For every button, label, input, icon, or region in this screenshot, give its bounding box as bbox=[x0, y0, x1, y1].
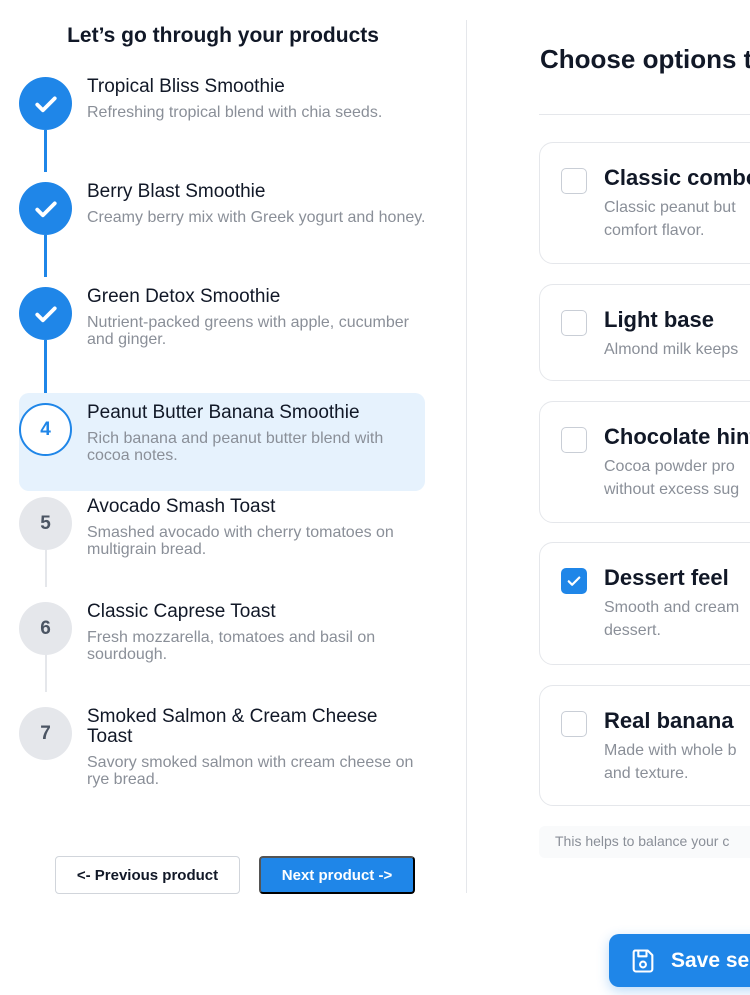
heading-divider bbox=[539, 114, 750, 115]
step-title: Berry Blast Smoothie bbox=[87, 181, 266, 202]
checkmark-icon bbox=[567, 576, 581, 586]
option-card[interactable]: Real banana Made with whole b and texture… bbox=[539, 685, 750, 806]
step-item[interactable]: Berry Blast Smoothie Creamy berry mix wi… bbox=[19, 172, 426, 277]
option-description: Made with whole b and texture. bbox=[604, 742, 737, 782]
step-description: Savory smoked salmon with cream cheese o… bbox=[87, 754, 414, 788]
option-checkbox[interactable] bbox=[561, 711, 587, 737]
step-complete-marker bbox=[19, 77, 72, 130]
step-description: Rich banana and peanut butter blend with… bbox=[87, 430, 384, 464]
option-title: Real banana bbox=[604, 708, 734, 733]
step-title: Green Detox Smoothie bbox=[87, 286, 281, 307]
option-description: Almond milk keeps bbox=[604, 341, 739, 358]
step-description: Creamy berry mix with Greek yogurt and h… bbox=[87, 209, 426, 226]
step-number-marker: 5 bbox=[19, 497, 72, 550]
step-title: Peanut Butter Banana Smoothie bbox=[87, 402, 360, 423]
option-title: Classic combo bbox=[604, 165, 750, 190]
step-number-marker: 7 bbox=[19, 707, 72, 760]
checkmark-icon bbox=[34, 306, 57, 322]
step-description: Refreshing tropical blend with chia seed… bbox=[87, 104, 383, 121]
step-description: Nutrient-packed greens with apple, cucum… bbox=[87, 314, 409, 348]
step-title: Avocado Smash Toast bbox=[87, 496, 276, 517]
step-title: Classic Caprese Toast bbox=[87, 601, 276, 622]
option-card-selected[interactable]: Dessert feel Smooth and cream dessert. bbox=[539, 542, 750, 665]
step-description: Fresh mozzarella, tomatoes and basil on … bbox=[87, 629, 376, 663]
column-divider bbox=[466, 20, 467, 893]
step-complete-marker bbox=[19, 287, 72, 340]
save-icon bbox=[632, 948, 654, 973]
product-steps-panel: Let’s go through your products Tropical … bbox=[0, 0, 466, 995]
option-checkbox[interactable] bbox=[561, 168, 587, 194]
options-heading: Choose options t bbox=[540, 44, 750, 74]
options-hint: This helps to balance your c bbox=[539, 826, 750, 858]
step-complete-marker bbox=[19, 182, 72, 235]
save-selection-label: Save sel bbox=[671, 948, 750, 972]
previous-product-button[interactable]: <- Previous product bbox=[55, 856, 240, 894]
option-title: Dessert feel bbox=[604, 565, 729, 590]
option-description: Classic peanut but comfort flavor. bbox=[604, 199, 736, 239]
option-checkbox-checked[interactable] bbox=[561, 568, 587, 594]
option-card[interactable]: Light base Almond milk keeps bbox=[539, 284, 750, 381]
option-description: Cocoa powder pro without excess sug bbox=[604, 458, 740, 498]
option-description: Smooth and cream dessert. bbox=[604, 599, 740, 639]
step-item[interactable]: Green Detox Smoothie Nutrient-packed gre… bbox=[19, 277, 425, 392]
option-card[interactable]: Classic combo Classic peanut but comfort … bbox=[539, 142, 750, 264]
checkmark-icon bbox=[34, 201, 57, 217]
step-title: Tropical Bliss Smoothie bbox=[87, 76, 285, 97]
step-item[interactable]: 6 Classic Caprese Toast Fresh mozzarella… bbox=[19, 592, 425, 697]
option-checkbox[interactable] bbox=[561, 427, 587, 453]
step-number-marker: 6 bbox=[19, 602, 72, 655]
step-title: Smoked Salmon & Cream Cheese Toast bbox=[87, 706, 378, 747]
save-selection-button[interactable]: Save sel bbox=[609, 934, 750, 987]
step-description: Smashed avocado with cherry tomatoes on … bbox=[87, 524, 394, 558]
step-item[interactable]: 7 Smoked Salmon & Cream Cheese Toast Sav… bbox=[19, 697, 425, 817]
option-checkbox[interactable] bbox=[561, 310, 587, 336]
step-number-marker: 4 bbox=[19, 403, 72, 456]
steps-heading: Let’s go through your products bbox=[67, 24, 379, 47]
step-item[interactable]: Tropical Bliss Smoothie Refreshing tropi… bbox=[19, 67, 425, 172]
option-title: Light base bbox=[604, 307, 715, 332]
option-card[interactable]: Chocolate hint Cocoa powder pro without e… bbox=[539, 401, 750, 523]
checkmark-icon bbox=[34, 96, 57, 112]
option-title: Chocolate hint bbox=[604, 424, 750, 449]
next-product-button[interactable]: Next product -> bbox=[259, 856, 415, 894]
step-item[interactable]: 5 Avocado Smash Toast Smashed avocado wi… bbox=[19, 487, 425, 592]
step-item-active[interactable]: 4 Peanut Butter Banana Smoothie Rich ban… bbox=[19, 393, 425, 491]
